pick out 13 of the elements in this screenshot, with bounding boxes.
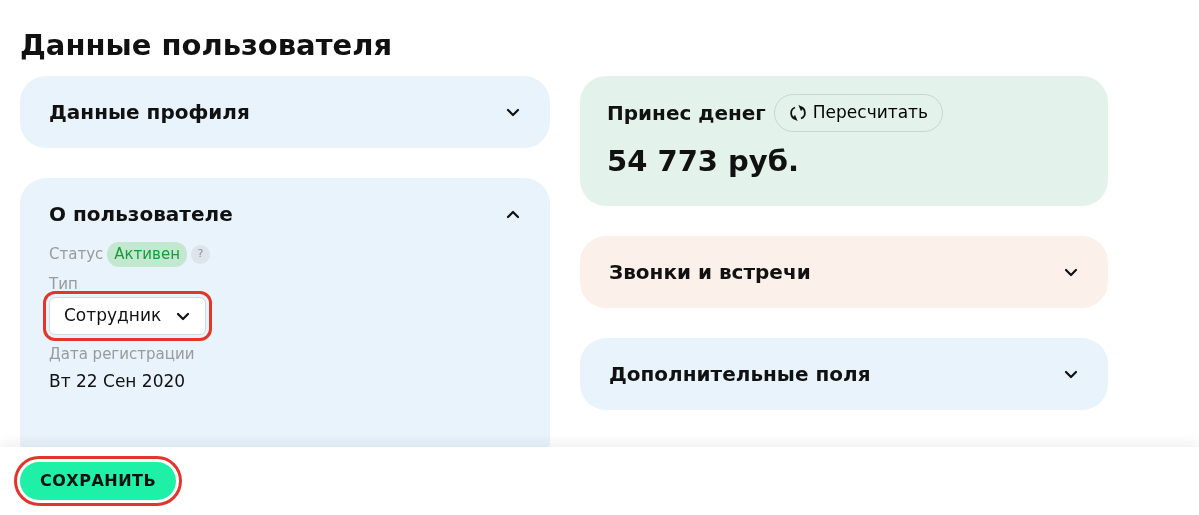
page-title: Данные пользователя [20, 27, 394, 64]
refresh-icon [788, 104, 807, 122]
revenue-title: Принес денег [607, 100, 766, 127]
field-label: Тип [49, 274, 79, 293]
section-title[interactable]: Данные профиля [49, 97, 250, 127]
field-label: Статус [49, 244, 104, 265]
section-title[interactable]: Дополнительные поля [609, 358, 871, 389]
section-title[interactable]: Звонки и встречи [609, 256, 811, 287]
field-label: Дата регистрации [49, 343, 196, 365]
field-value: Вт 22 Сен 2020 [49, 370, 186, 393]
status-badge: Активен [107, 242, 187, 267]
revenue-amount: 54 773 руб. [607, 143, 799, 180]
section-title[interactable]: О пользователе [49, 199, 233, 229]
